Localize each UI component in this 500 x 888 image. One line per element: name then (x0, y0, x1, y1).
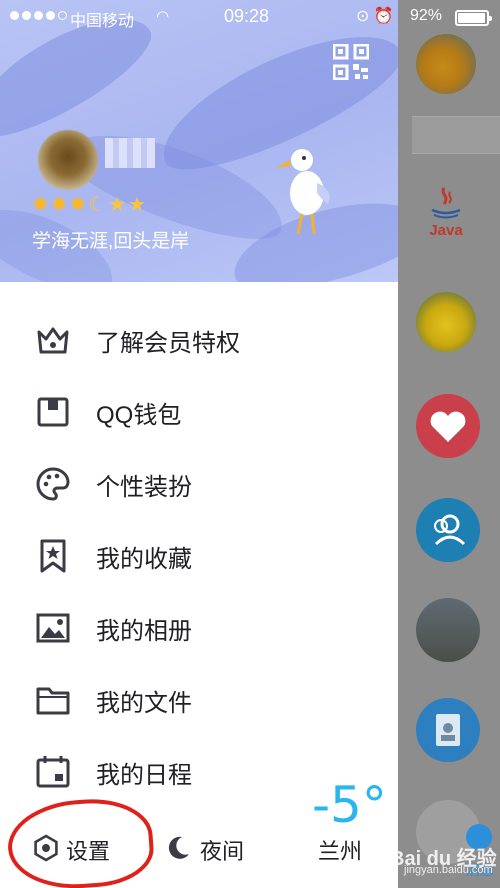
wallet-icon (37, 397, 69, 427)
battery-percent: 92% (410, 7, 443, 24)
menu-item-files[interactable]: 我的文件 (0, 670, 398, 730)
star-icon: ★ (128, 194, 147, 216)
id-badge-icon (436, 714, 460, 746)
menu-item-photo-album[interactable]: 我的相册 (0, 598, 398, 658)
moon-icon[interactable] (164, 834, 192, 862)
user-signature[interactable]: 学海无涯,回头是岸 (32, 226, 189, 253)
watermark: Bai du 经验 jingyan.baidu.com (390, 848, 497, 876)
menu-item-favorites[interactable]: 我的收藏 (0, 526, 398, 586)
sun-icon: ✹ (69, 194, 87, 216)
menu-item-vip-privileges[interactable]: 了解会员特权 (0, 310, 398, 370)
wifi-icon: ◠ (156, 8, 170, 25)
star-icon: ★ (108, 194, 127, 216)
status-bar: 中国移动 ◠ 09:28 ⊙ ⏰ 92% (0, 0, 500, 34)
group-chat-avatar[interactable] (416, 498, 480, 562)
palette-icon (36, 467, 70, 501)
level-badges[interactable]: ✹ ✹ ✹ ☾ ★ ★ (32, 194, 146, 216)
pikachu-avatar[interactable] (416, 292, 476, 352)
landscape-avatar[interactable] (416, 598, 480, 662)
signal-strength-icon (10, 11, 67, 20)
moon-icon: ☾ (88, 194, 107, 216)
night-mode-button[interactable]: 夜间 (200, 834, 244, 866)
profile-header: ✹ ✹ ✹ ☾ ★ ★ 学海无涯,回头是岸 (0, 0, 398, 282)
java-logo-icon[interactable]: Java (416, 180, 476, 240)
sun-icon: ✹ (50, 194, 68, 216)
picture-icon (36, 613, 70, 643)
rotation-lock-icon: ⊙ ⏰ (356, 8, 394, 25)
calendar-icon (36, 756, 70, 788)
settings-button[interactable]: 设置 (66, 834, 110, 866)
user-nickname-blurred[interactable] (105, 138, 155, 168)
sun-icon: ✹ (32, 194, 49, 216)
search-bar[interactable] (412, 116, 500, 154)
status-time: 09:28 (224, 6, 270, 26)
weather-city[interactable]: 兰州 (318, 834, 362, 866)
menu-item-personalize[interactable]: 个性装扮 (0, 454, 398, 514)
carrier-name: 中国移动 (70, 13, 135, 30)
battery-icon (455, 10, 492, 26)
crown-icon (37, 327, 69, 354)
user-avatar[interactable] (38, 130, 98, 190)
settings-gear-icon[interactable] (32, 834, 60, 862)
dimmed-conversation-list[interactable]: Java (398, 0, 500, 888)
folder-icon (36, 687, 70, 715)
heart-app-avatar[interactable] (416, 394, 480, 458)
qr-code-icon[interactable] (333, 44, 369, 80)
id-card-avatar[interactable] (416, 698, 480, 762)
bookmark-star-icon (40, 539, 66, 573)
pelican-mascot-icon (276, 149, 330, 235)
group-people-icon (434, 514, 466, 546)
heart-icon (430, 411, 466, 442)
svg-text:Java: Java (429, 222, 463, 239)
drawer-bottom-bar: 设置 夜间 -5° 兰州 (0, 776, 398, 888)
menu-item-qq-wallet[interactable]: QQ钱包 (0, 382, 398, 442)
contact-avatar[interactable] (416, 34, 476, 94)
